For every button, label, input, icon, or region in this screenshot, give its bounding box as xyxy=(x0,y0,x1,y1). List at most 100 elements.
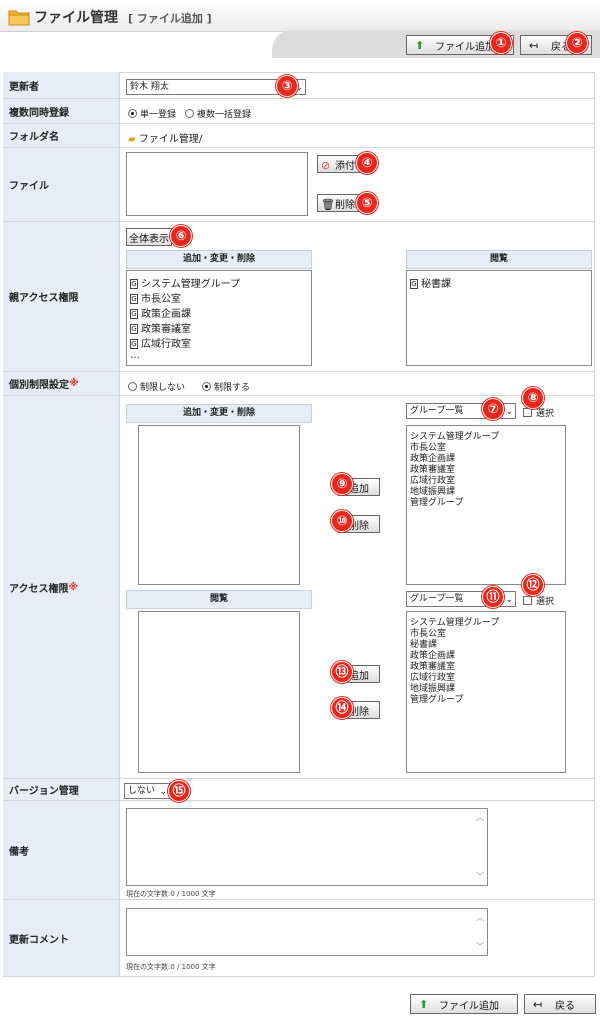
comment-label: 更新コメント xyxy=(3,900,120,976)
marker-14: ⑭ xyxy=(331,697,353,719)
marker-4: ④ xyxy=(356,152,378,174)
folder-label: フォルダ名 xyxy=(3,124,120,147)
marker-1: ① xyxy=(490,32,512,54)
version-select[interactable]: しない ⌄ xyxy=(124,783,170,799)
marker-8: ⑧ xyxy=(522,387,544,409)
radio-dot xyxy=(202,382,211,391)
parent-edit-header: 追加・変更・削除 xyxy=(126,250,312,269)
list-item[interactable]: 管理グループ xyxy=(410,495,463,508)
page-subtitle: [ ファイル追加 ] xyxy=(128,12,212,25)
remarks-textarea[interactable]: ︿ ﹀ xyxy=(126,808,488,886)
select-checkbox-edit[interactable] xyxy=(523,408,532,417)
list-item[interactable]: 管理グループ xyxy=(410,692,463,705)
access-edit-list[interactable] xyxy=(138,425,300,585)
scrollbar[interactable]: ︿ ﹀ xyxy=(474,910,486,954)
back-arrow-icon: ↤ xyxy=(529,39,539,52)
parent-view-header: 閲覧 xyxy=(406,250,592,269)
list-item: G 市長公室 xyxy=(130,294,181,305)
row-multi-register: 複数同時登録 xyxy=(3,99,595,124)
add-file-button-bottom[interactable]: ⬆ ファイル追加 xyxy=(410,994,518,1014)
attach-button[interactable]: ⊘ 添付 xyxy=(317,155,361,173)
list-item: G 政策審議室 xyxy=(130,324,191,335)
list-item: G 広域行政室 xyxy=(130,339,191,350)
upload-arrow-icon: ⬆ xyxy=(419,998,429,1011)
access-edit-header: 追加・変更・削除 xyxy=(126,404,312,423)
scroll-down-icon[interactable]: ﹀ xyxy=(474,871,486,882)
radio-limit-label: 制限する xyxy=(214,383,251,393)
folder-icon: ▰ xyxy=(128,134,136,145)
row-folder: フォルダ名 xyxy=(3,124,595,148)
group-list-edit[interactable]: システム管理グループ 市長公室 政策企画課 政策審議室 広域行政室 地域振興課 … xyxy=(406,425,566,585)
group-icon: G xyxy=(130,279,138,289)
radio-no-limit[interactable]: 制限しない xyxy=(128,380,185,393)
marker-15: ⑮ xyxy=(168,780,190,802)
group-icon: G xyxy=(130,339,138,349)
list-item: G 秘書課 xyxy=(410,279,451,290)
marker-10: ⑩ xyxy=(331,510,353,532)
list-item-more: … xyxy=(130,350,140,361)
parent-edit-list: G システム管理グループ G 市長公室 G 政策企画課 G 政策審議室 G 広域行政室 … xyxy=(126,270,312,366)
parent-access-label: 親アクセス権限 xyxy=(3,222,120,371)
show-all-label: 全体表示 xyxy=(129,233,169,245)
chevron-down-icon: ⌄ xyxy=(159,787,167,797)
marker-11: ⑪ xyxy=(482,586,504,608)
group-icon: G xyxy=(130,309,138,319)
access-view-list[interactable] xyxy=(138,611,300,773)
group-icon: G xyxy=(130,294,138,304)
back-arrow-icon: ↤ xyxy=(533,998,543,1011)
chevron-down-icon: ⌄ xyxy=(505,595,513,605)
select-label-view: 選択 xyxy=(536,597,555,607)
add-file-label: ファイル追加 xyxy=(439,1000,499,1012)
radio-multi[interactable]: 複数一括登録 xyxy=(185,107,251,120)
folder-path: ▰ ファイル管理/ xyxy=(128,130,202,145)
marker-12: ⑫ xyxy=(522,574,544,596)
file-label: ファイル xyxy=(3,148,120,221)
back-button-bottom[interactable]: ↤ 戻る xyxy=(524,994,596,1014)
radio-single[interactable]: 単一登録 xyxy=(128,107,176,120)
group-list-view[interactable]: システム管理グループ 市長公室 秘書課 政策企画課 政策審議室 広域行政室 地域… xyxy=(406,611,566,773)
marker-5: ⑤ xyxy=(356,192,378,214)
folder-icon xyxy=(8,10,30,26)
multi-register-label: 複数同時登録 xyxy=(3,99,120,123)
paperclip-icon: ⊘ xyxy=(321,159,331,172)
access-label: アクセス権限 ※ xyxy=(3,396,120,778)
scroll-down-icon[interactable]: ﹀ xyxy=(474,941,486,952)
marker-2: ② xyxy=(566,32,588,54)
chevron-down-icon: ⌄ xyxy=(505,407,513,417)
row-individual-limit: 個別制限設定 ※ xyxy=(3,372,595,396)
show-all-button[interactable]: 全体表示 xyxy=(126,228,172,246)
comment-textarea[interactable]: ︿ ﹀ xyxy=(126,908,488,956)
radio-limit[interactable]: 制限する xyxy=(202,380,250,393)
individual-limit-label: 個別制限設定 ※ xyxy=(3,372,120,395)
remarks-counter: 現在の文字数:0 / 1000 文字 xyxy=(126,890,216,898)
version-value: しない xyxy=(128,786,156,796)
folder-value: ファイル管理/ xyxy=(138,134,203,145)
marker-9: ⑨ xyxy=(331,473,353,495)
updater-label: 更新者 xyxy=(3,72,120,98)
scrollbar[interactable]: ︿ ﹀ xyxy=(474,810,486,884)
parent-view-list: G 秘書課 xyxy=(406,270,592,366)
updater-value: 鈴木 翔太 xyxy=(130,82,169,92)
group-select-value: グループ一覧 xyxy=(410,594,464,604)
delete-file-button[interactable]: 🗑 削除 xyxy=(317,194,361,212)
marker-7: ⑦ xyxy=(482,398,504,420)
radio-no-limit-label: 制限しない xyxy=(140,383,186,393)
scroll-up-icon[interactable]: ︿ xyxy=(474,912,486,923)
radio-dot xyxy=(185,109,194,118)
radio-single-label: 単一登録 xyxy=(140,110,177,120)
radio-dot xyxy=(128,382,137,391)
marker-13: ⑬ xyxy=(331,661,353,683)
upload-arrow-icon: ⬆ xyxy=(415,39,425,52)
marker-6: ⑥ xyxy=(170,225,192,247)
radio-multi-label: 複数一括登録 xyxy=(197,110,252,120)
row-version: バージョン管理 xyxy=(3,779,595,801)
scroll-up-icon[interactable]: ︿ xyxy=(474,812,486,823)
list-item: G システム管理グループ xyxy=(130,279,241,290)
remarks-label: 備考 xyxy=(3,801,120,899)
group-select-value: グループ一覧 xyxy=(410,406,464,416)
page-title: ファイル管理 xyxy=(34,10,118,26)
list-item: G 政策企画課 xyxy=(130,309,191,320)
select-checkbox-view[interactable] xyxy=(523,596,532,605)
radio-dot xyxy=(128,109,137,118)
file-list[interactable] xyxy=(126,152,308,216)
